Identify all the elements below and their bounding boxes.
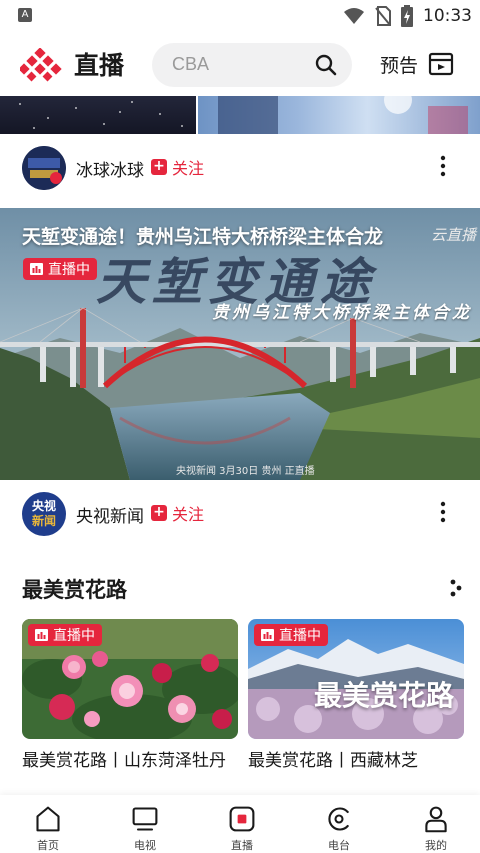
live-badge: 直播中	[254, 624, 328, 646]
channel-name[interactable]: 冰球冰球	[76, 156, 144, 181]
more-options-icon[interactable]	[440, 500, 446, 524]
nav-item-radio[interactable]: 电台	[309, 805, 369, 853]
no-sim-icon	[375, 6, 391, 26]
section-item-title[interactable]: 最美赏花路丨西藏林芝	[248, 749, 464, 773]
previous-card-image[interactable]	[0, 96, 480, 134]
schedule-icon	[428, 52, 454, 76]
live-label: 直播中	[279, 628, 321, 644]
nav-label: 电视	[134, 839, 156, 852]
nav-item-tv[interactable]: 电视	[115, 805, 175, 853]
section-more-icon[interactable]	[449, 579, 463, 597]
radio-icon	[328, 807, 349, 831]
overlay-corner-logo: 云直播	[430, 226, 476, 244]
live-label: 直播中	[48, 262, 90, 278]
section-item-thumbnail[interactable]: 最美赏花路 直播中	[248, 619, 464, 739]
avatar-text-bottom: 新闻	[31, 514, 56, 528]
channel-row[interactable]: 冰球冰球 + 关注	[0, 136, 480, 198]
section-title: 最美赏花路	[22, 578, 127, 602]
status-time: 10:33	[423, 6, 472, 26]
follow-label: 关注	[172, 159, 205, 178]
home-icon	[36, 806, 60, 832]
live-bars-icon	[35, 629, 48, 641]
status-bar: A 10:33	[0, 0, 480, 32]
schedule-label: 预告	[380, 54, 419, 77]
overlay-subtitle: 贵州乌江特大桥桥梁主体合龙	[212, 303, 472, 323]
nav-item-profile[interactable]: 我的	[406, 805, 466, 853]
more-options-icon[interactable]	[440, 154, 446, 178]
page-title: 直播	[74, 51, 125, 80]
follow-button[interactable]: + 关注	[151, 501, 204, 525]
profile-icon	[425, 806, 447, 833]
channel-avatar[interactable]	[22, 146, 66, 190]
nav-label: 我的	[425, 839, 447, 852]
live-bars-icon	[30, 263, 43, 275]
notification-icon: A	[18, 8, 32, 22]
status-icons: 10:33	[343, 4, 472, 28]
channel-row[interactable]: 央视 新闻 央视新闻 + 关注	[0, 482, 480, 544]
live-label: 直播中	[53, 628, 95, 644]
app-logo-icon	[20, 48, 62, 82]
channel-avatar[interactable]: 央视 新闻	[22, 492, 66, 536]
strip-image-right	[198, 96, 480, 134]
plus-icon: +	[151, 159, 167, 175]
nav-item-live[interactable]: 直播	[212, 805, 272, 853]
tv-icon	[132, 807, 158, 831]
nav-label: 直播	[231, 839, 253, 852]
battery-icon	[401, 5, 413, 27]
follow-label: 关注	[172, 505, 205, 524]
search-bar[interactable]: CBA	[152, 43, 352, 87]
nav-label: 首页	[37, 839, 59, 852]
nav-item-home[interactable]: 首页	[18, 805, 78, 853]
follow-button[interactable]: + 关注	[151, 155, 204, 179]
live-video-card[interactable]: 天堑变通途 贵州乌江特大桥桥梁主体合龙 云直播 天堑变通途！贵州乌江特大桥桥梁主…	[0, 208, 480, 480]
video-title[interactable]: 天堑变通途！贵州乌江特大桥桥梁主体合龙	[22, 222, 383, 249]
search-placeholder[interactable]: CBA	[172, 54, 209, 75]
schedule-button[interactable]: 预告	[380, 48, 454, 80]
channel-name[interactable]: 央视新闻	[76, 502, 144, 527]
avatar-text-top: 央视	[31, 499, 56, 513]
wifi-icon	[344, 8, 364, 24]
section-item-thumbnail[interactable]: 直播中	[22, 619, 238, 739]
section-item-title[interactable]: 最美赏花路丨山东菏泽牡丹	[22, 749, 238, 773]
bottom-nav: 首页 电视 直播 电台 我的	[0, 795, 480, 853]
strip-image-left	[0, 96, 196, 134]
plus-icon: +	[151, 505, 167, 521]
nav-label: 电台	[328, 839, 350, 852]
live-badge: 直播中	[23, 258, 97, 280]
live-bars-icon	[261, 629, 274, 641]
live-icon	[229, 806, 255, 832]
video-caption: 央视新闻 3月30日 贵州 正直播	[176, 466, 315, 477]
search-icon[interactable]	[314, 53, 338, 77]
thumbnail-overlay-text: 最美赏花路	[314, 679, 455, 712]
live-badge: 直播中	[28, 624, 102, 646]
header: 直播 CBA 预告	[0, 32, 480, 96]
